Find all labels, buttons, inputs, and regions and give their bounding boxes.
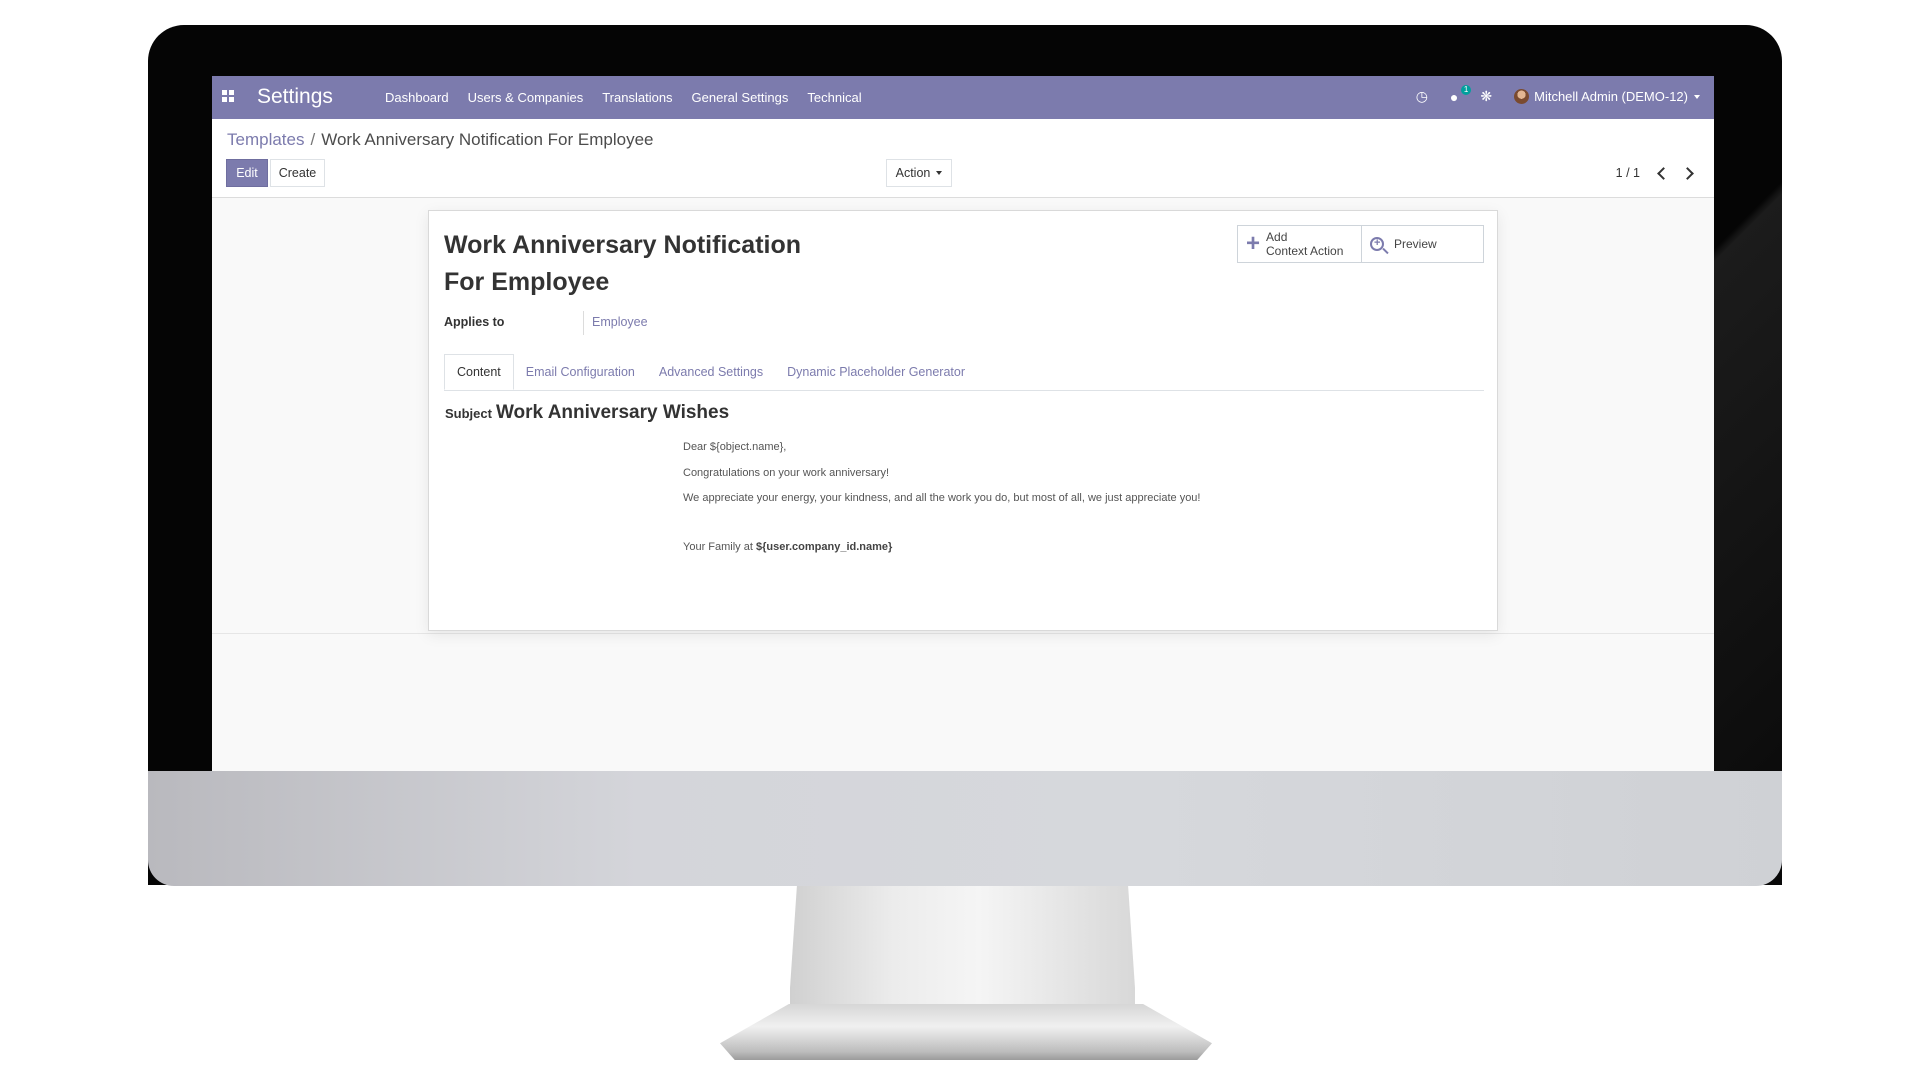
body-signature: Your Family at ${user.company_id.name}	[683, 541, 892, 553]
avatar[interactable]	[1514, 89, 1530, 104]
breadcrumb-current: Work Anniversary Notification For Employ…	[321, 130, 654, 149]
preview-button[interactable]: + Preview	[1362, 226, 1483, 262]
chat-icon[interactable]: ● 1	[1450, 84, 1472, 105]
create-button[interactable]: Create	[270, 159, 325, 187]
action-dropdown[interactable]: Action	[886, 159, 952, 187]
systray: ◷ ● 1 ❋ Mitchell Admin (DEMO-12)	[1416, 84, 1700, 105]
signature-prefix: Your Family at	[683, 541, 753, 553]
chevron-right-icon	[1680, 166, 1694, 180]
control-panel: Templates / Work Anniversary Notification …	[212, 119, 1714, 198]
breadcrumb-separator: /	[310, 130, 316, 149]
clock-icon[interactable]: ◷	[1416, 88, 1428, 105]
screen: Settings Dashboard Users & Companies Tra…	[212, 76, 1714, 771]
add-label-line-1: Add	[1266, 230, 1288, 244]
monitor-stand-base	[720, 1004, 1212, 1060]
main-menu: Dashboard Users & Companies Translations…	[385, 90, 881, 105]
menu-item-translations[interactable]: Translations	[602, 90, 672, 105]
breadcrumb: Templates / Work Anniversary Notification …	[227, 130, 653, 150]
tab-email-configuration[interactable]: Email Configuration	[514, 354, 647, 390]
add-context-action-button[interactable]: + Add Context Action	[1238, 226, 1362, 262]
pager-value[interactable]: 1 / 1	[1616, 166, 1640, 180]
menu-item-general-settings[interactable]: General Settings	[692, 90, 789, 105]
breadcrumb-templates[interactable]: Templates	[227, 130, 304, 149]
menu-item-users-companies[interactable]: Users & Companies	[468, 90, 584, 105]
subject-label: Subject	[445, 406, 492, 421]
user-menu[interactable]: Mitchell Admin (DEMO-12)	[1534, 89, 1688, 104]
field-divider	[583, 311, 584, 335]
applies-to-label: Applies to	[444, 315, 505, 329]
apps-grid-icon[interactable]	[222, 90, 234, 102]
record-title-line-1: Work Anniversary Notification	[444, 231, 802, 259]
tab-advanced-settings[interactable]: Advanced Settings	[647, 354, 775, 390]
top-navbar: Settings Dashboard Users & Companies Tra…	[212, 76, 1714, 119]
edit-button[interactable]: Edit	[226, 159, 268, 187]
menu-item-technical[interactable]: Technical	[807, 90, 861, 105]
add-label-line-2: Context Action	[1266, 244, 1344, 258]
add-context-action-label: Add Context Action	[1266, 230, 1343, 258]
app-brand[interactable]: Settings	[257, 85, 333, 109]
chat-badge: 1	[1460, 84, 1472, 95]
tab-content[interactable]: Content	[444, 354, 514, 390]
body-line-2: We appreciate your energy, your kindness…	[683, 492, 1201, 504]
pager-previous-button[interactable]	[1656, 165, 1670, 181]
action-label: Action	[895, 166, 931, 180]
subject-row: Subject Work Anniversary Wishes	[445, 402, 729, 424]
preview-label: Preview	[1394, 237, 1437, 251]
tab-dynamic-placeholder-generator[interactable]: Dynamic Placeholder Generator	[775, 354, 977, 390]
subject-value: Work Anniversary Wishes	[495, 402, 730, 423]
sheet-background: Work Anniversary Notification For Employ…	[212, 198, 1714, 634]
applies-to-value[interactable]: Employee	[592, 315, 648, 329]
record-title-line-2: For Employee	[444, 268, 610, 296]
signature-company: ${user.company_id.name}	[755, 541, 893, 553]
notebook-tabs: Content Email Configuration Advanced Set…	[444, 354, 1484, 391]
menu-item-dashboard[interactable]: Dashboard	[385, 90, 449, 105]
record-title: Work Anniversary Notification For Employ…	[444, 227, 844, 301]
caret-down-icon	[936, 171, 943, 175]
bug-icon[interactable]: ❋	[1480, 88, 1492, 105]
zoom-in-icon: +	[1370, 237, 1384, 251]
body-line-1: Congratulations on your work anniversary…	[683, 467, 890, 479]
body-greeting: Dear ${object.name},	[683, 441, 787, 453]
chevron-left-icon	[1656, 166, 1670, 180]
monitor-chin	[148, 771, 1782, 886]
form-view: Work Anniversary Notification For Employ…	[212, 198, 1714, 771]
button-box: + Add Context Action + Preview	[1237, 225, 1484, 263]
caret-down-icon	[1694, 94, 1700, 99]
plus-icon: +	[1246, 230, 1261, 257]
form-sheet: Work Anniversary Notification For Employ…	[428, 210, 1498, 631]
pager-next-button[interactable]	[1680, 165, 1694, 181]
